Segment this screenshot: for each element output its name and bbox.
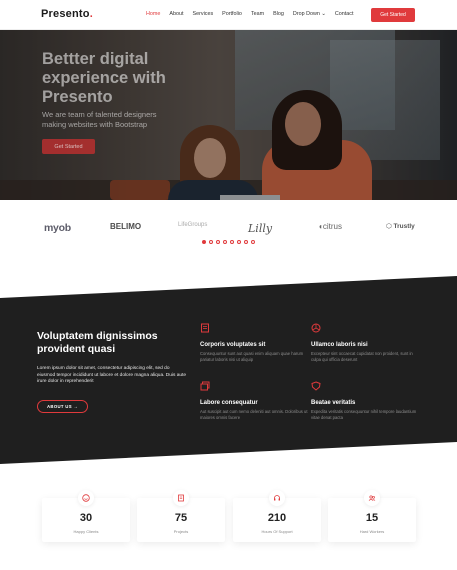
count-value: 30 — [79, 512, 93, 524]
nav-item-about[interactable]: About — [169, 11, 183, 17]
clients-section: myob BELIMO LifeGroups Lilly ◖citrus ⬡ T… — [0, 200, 457, 262]
carousel-dot[interactable] — [216, 240, 220, 244]
nav-item-team[interactable]: Team — [251, 11, 264, 17]
carousel-pagination — [202, 240, 255, 244]
feature-title: Ullamco laboris nisi — [311, 342, 368, 348]
carousel-dot[interactable] — [237, 240, 241, 244]
carousel-dot[interactable] — [244, 240, 248, 244]
hero-title: Bettter digital experience with Presento — [42, 50, 166, 106]
feature-title: Beatae veritatis — [311, 400, 356, 406]
about-title: Voluptatem dignissimos provident quasi — [37, 330, 158, 355]
feature-item: Corporis voluptates sit Consequuntur sun… — [200, 323, 310, 362]
receipt-icon — [201, 323, 209, 333]
count-box: 15 Hard Workers — [328, 490, 416, 542]
main-menu: Home About Services Portfolio Team Blog … — [146, 11, 362, 17]
cube-icon — [311, 323, 321, 333]
client-logo-myob: myob — [44, 222, 71, 234]
count-value: 210 — [267, 512, 287, 524]
feature-title: Corporis voluptates sit — [200, 342, 266, 348]
feature-title: Labore consequatur — [200, 400, 258, 406]
nav-item-blog[interactable]: Blog — [273, 11, 284, 17]
carousel-dot[interactable] — [230, 240, 234, 244]
count-value: 75 — [174, 512, 188, 524]
headset-icon — [274, 495, 280, 501]
client-logo-trustly: ⬡ Trustly — [386, 223, 415, 230]
smile-icon — [82, 494, 90, 502]
about-text: Lorem ipsum dolor sit amet, consectetur … — [37, 366, 187, 384]
get-started-button[interactable]: Get Started — [371, 8, 415, 22]
carousel-dot[interactable] — [202, 240, 206, 244]
client-logo-belimo: BELIMO — [110, 222, 142, 231]
nav-item-services[interactable]: Services — [192, 11, 213, 17]
hero-subtitle: We are team of talented designers making… — [42, 110, 157, 129]
nav-item-contact[interactable]: Contact — [335, 11, 354, 17]
count-label: Hours Of Support — [261, 529, 293, 534]
site-logo[interactable]: Presento. — [41, 8, 93, 20]
images-icon — [200, 381, 210, 391]
feature-text: Consequuntur sunt aut quasi enim aliquam… — [200, 351, 304, 362]
client-logo-lifegroups: LifeGroups — [178, 222, 208, 228]
count-label: Happy Clients — [73, 529, 99, 534]
shield-icon — [311, 381, 321, 391]
count-label: Projects — [173, 529, 189, 534]
nav-item-portfolio[interactable]: Portfolio — [222, 11, 242, 17]
carousel-dot[interactable] — [223, 240, 227, 244]
nav-item-home[interactable]: Home — [146, 11, 160, 17]
feature-text: Excepteur sint occaecat cupidatat non pr… — [311, 351, 413, 362]
feature-item: Beatae veritatis Expedita veritatis cons… — [311, 381, 421, 420]
feature-text: Expedita veritatis consequuntur nihil te… — [311, 409, 417, 420]
carousel-dot[interactable] — [251, 240, 255, 244]
journal-icon — [178, 494, 184, 502]
client-logo-citrus: ◖citrus — [318, 222, 342, 231]
count-label: Hard Workers — [359, 529, 385, 534]
feature-item: Ullamco laboris nisi Excepteur sint occa… — [311, 323, 421, 362]
carousel-dot[interactable] — [209, 240, 213, 244]
about-us-button[interactable]: ABOUT US → — [37, 400, 88, 413]
people-icon — [368, 495, 376, 501]
count-box: 30 Happy Clients — [42, 490, 130, 542]
feature-text: Aut suscipit aut cum nemo deleniti aut o… — [200, 409, 308, 420]
hero-get-started-button[interactable]: Get Started — [42, 139, 95, 154]
hero-section: Bettter digital experience with Presento… — [0, 30, 457, 200]
count-box: 210 Hours Of Support — [233, 490, 321, 542]
header-navbar: Presento. Home About Services Portfolio … — [0, 0, 457, 30]
count-box: 75 Projects — [137, 490, 225, 542]
feature-item: Labore consequatur Aut suscipit aut cum … — [200, 381, 310, 420]
nav-item-dropdown[interactable]: Drop Down ⌄ — [293, 11, 326, 17]
count-value: 15 — [365, 512, 379, 524]
client-logo-lilly: Lilly — [248, 222, 273, 235]
